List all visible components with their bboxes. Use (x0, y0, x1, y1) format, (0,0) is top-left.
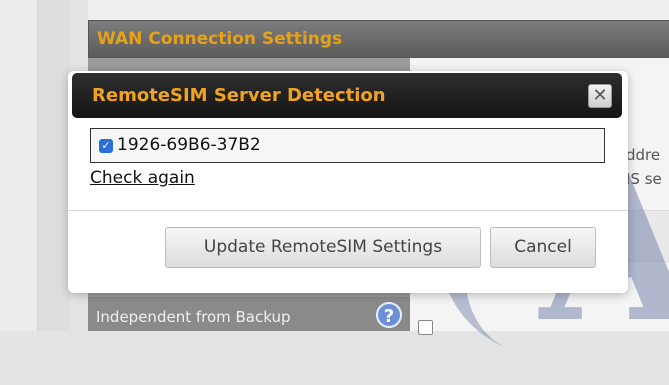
independent-from-backup-checkbox[interactable] (418, 320, 433, 335)
device-serial-label: 1926-69B6-37B2 (117, 135, 261, 155)
independent-from-backup-label: Independent from Backup (88, 297, 410, 331)
device-list: ✓ 1926-69B6-37B2 (90, 128, 605, 163)
device-checkbox[interactable]: ✓ (99, 139, 113, 153)
dialog-title-text: RemoteSIM Server Detection (92, 85, 386, 106)
left-margin (0, 0, 38, 331)
close-icon[interactable]: ✕ (588, 84, 612, 108)
wan-connection-settings-header: WAN Connection Settings (88, 20, 669, 58)
update-remotesim-settings-button[interactable]: Update RemoteSIM Settings (165, 227, 481, 268)
cancel-button[interactable]: Cancel (490, 227, 596, 268)
check-again-link[interactable]: Check again (90, 168, 195, 188)
dialog-title: RemoteSIM Server Detection ✕ (72, 73, 622, 118)
dialog-divider (68, 210, 628, 211)
remotesim-detection-dialog: RemoteSIM Server Detection ✕ ✓ 1926-69B6… (68, 71, 628, 293)
help-icon[interactable]: ? (376, 302, 402, 328)
left-margin-inner (38, 0, 70, 331)
